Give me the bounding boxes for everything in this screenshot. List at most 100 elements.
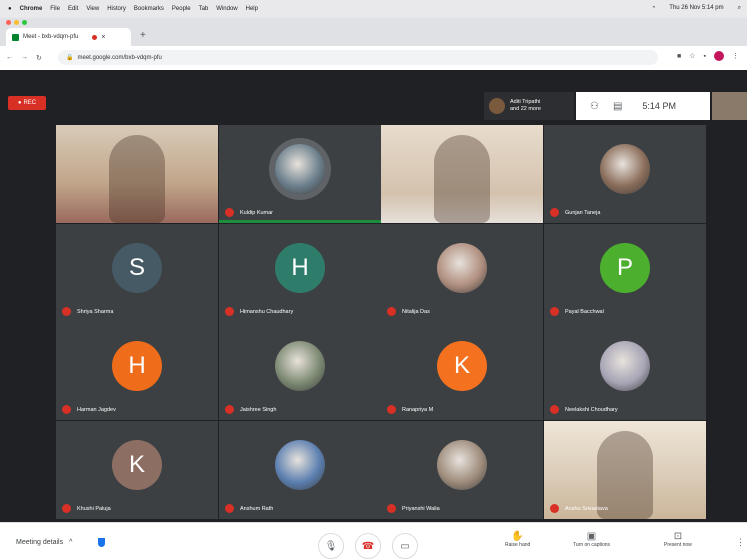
close-tab-icon[interactable]: × [101,34,105,41]
participant-tile[interactable] [56,125,218,223]
participant-photo-avatar [275,341,325,391]
mic-off-icon [387,405,396,414]
raise-hand-label: Raise hand [505,542,531,548]
forward-icon[interactable]: → [21,54,28,62]
participant-name: Khushi Paluja [77,505,111,512]
participant-initial-avatar: K [437,341,487,391]
microphone-icon: 🎙 [324,540,338,552]
chat-icon[interactable]: ▤ [613,101,622,112]
shield-icon[interactable] [98,538,106,547]
menu-history[interactable]: History [107,6,126,12]
presenter-chip[interactable]: Aditi Tripathi and 22 more [484,92,574,120]
more-options-icon[interactable]: ⋮ [736,537,745,548]
mic-off-icon [225,208,234,217]
menu-tab[interactable]: Tab [199,6,209,12]
minimize-window-button[interactable] [14,20,19,25]
present-now-button[interactable]: ⊡ Present now [664,531,692,548]
meet-favicon-icon [12,33,19,41]
wifi-icon[interactable]: ◔ [652,5,656,12]
mic-off-icon [550,405,559,414]
rec-dot-icon: ● [17,100,22,106]
menu-bookmarks[interactable]: Bookmarks [134,6,164,12]
mic-off-icon [550,504,559,513]
participant-tile[interactable]: Neelakshi Choudhary [544,322,706,420]
search-icon[interactable]: ⌕ [738,5,741,12]
participant-name: Kuldip Kumar [240,209,274,216]
participant-video-feed [109,135,165,223]
participant-tile[interactable]: Jaishree Singh [219,322,381,420]
menu-people[interactable]: People [172,6,191,12]
back-icon[interactable]: ← [6,54,13,62]
menu-help[interactable]: Help [246,6,258,12]
participant-tile[interactable]: Kuldip Kumar [219,125,381,223]
lock-icon[interactable]: 🔒 [66,54,73,61]
participant-tile[interactable]: Anshum Rath [219,421,381,519]
people-icon[interactable]: ⚇ [590,101,599,112]
participant-tile[interactable]: H Harman Jagdev [56,322,218,420]
mic-off-icon [225,307,234,316]
camera-indicator-icon[interactable]: ■ [677,53,681,60]
present-now-label: Present now [664,542,692,548]
meet-top-strip [0,70,747,91]
mic-off-icon [550,208,559,217]
presenter-avatar [489,98,505,114]
participant-tile[interactable]: Anshu Srivastava [544,421,706,519]
menu-edit[interactable]: Edit [68,6,78,12]
meeting-details-button[interactable]: Meeting details ^ [16,538,106,547]
menu-app[interactable]: Chrome [20,6,43,12]
window-controls [6,20,27,25]
meeting-details-label: Meeting details [16,539,64,546]
participant-name: Nitalija Das [402,308,430,315]
zoom-window-button[interactable] [22,20,27,25]
status-area: ◔ Thu 26 Nov 5:14 pm ⌕ [644,5,741,12]
mic-off-icon [62,405,71,414]
participant-name: Payal Bacchwal [565,308,604,315]
participant-initial-avatar: K [112,440,162,490]
meeting-time: 5:14 PM [642,101,676,111]
extension-icon[interactable]: ▪ [704,53,706,60]
captions-label: Turn on captions [573,542,611,548]
apple-menu[interactable]: ● [8,6,12,12]
camera-button[interactable]: ▭ [392,533,418,559]
mic-off-icon [387,504,396,513]
raise-hand-button[interactable]: ✋ Raise hand [505,531,530,548]
microphone-button[interactable]: 🎙 [318,533,344,559]
menu-view[interactable]: View [86,6,99,12]
clock[interactable]: Thu 26 Nov 5:14 pm [669,5,723,12]
participant-tile[interactable]: K Khushi Paluja [56,421,218,519]
reload-icon[interactable]: ↻ [36,54,42,62]
speaking-indicator [219,220,381,223]
participant-name: Ranapriya M [402,406,434,413]
meet-bottom-bar: Meeting details ^ 🎙 ☎ ▭ ✋ Raise hand ▣ T… [0,522,747,559]
camera-icon: ▭ [400,540,410,552]
participant-photo-avatar [275,144,325,194]
end-call-button[interactable]: ☎ [355,533,381,559]
captions-icon: ▣ [586,531,597,542]
kebab-menu-icon[interactable]: ⋮ [732,52,739,60]
participant-tile[interactable]: H Himanshu Chaudhary [219,224,381,322]
participant-tile[interactable] [381,125,543,223]
participant-tile[interactable]: K Ranapriya M [381,322,543,420]
participant-name-tag: Nitalija Das [387,307,430,316]
end-call-icon: ☎ [361,540,375,552]
participant-name: Shriya Sharma [77,308,114,315]
recording-badge: ● REC [8,96,46,110]
profile-avatar[interactable] [714,51,724,61]
new-tab-button[interactable]: + [140,30,146,41]
self-view-thumbnail[interactable] [712,92,747,120]
captions-button[interactable]: ▣ Turn on captions [573,531,610,548]
menu-window[interactable]: Window [216,6,237,12]
menu-file[interactable]: File [50,6,60,12]
participant-video-feed [434,135,490,223]
participant-tile[interactable]: Nitalija Das [381,224,543,322]
participant-tile[interactable]: Priyanshi Walia [381,421,543,519]
participant-tile[interactable]: P Payal Bacchwal [544,224,706,322]
participant-tile[interactable]: Gunjan Taneja [544,125,706,223]
participant-tile[interactable]: S Shriya Sharma [56,224,218,322]
participant-name: Anshum Rath [240,505,274,512]
omnibox[interactable]: 🔒 meet.google.com/bxb-vdqm-pfu [58,50,658,65]
participant-name: Harman Jagdev [77,406,116,413]
star-icon[interactable]: ☆ [689,52,695,60]
browser-tab[interactable]: Meet - bxb-vdqm-pfu × [6,28,131,46]
close-window-button[interactable] [6,20,11,25]
